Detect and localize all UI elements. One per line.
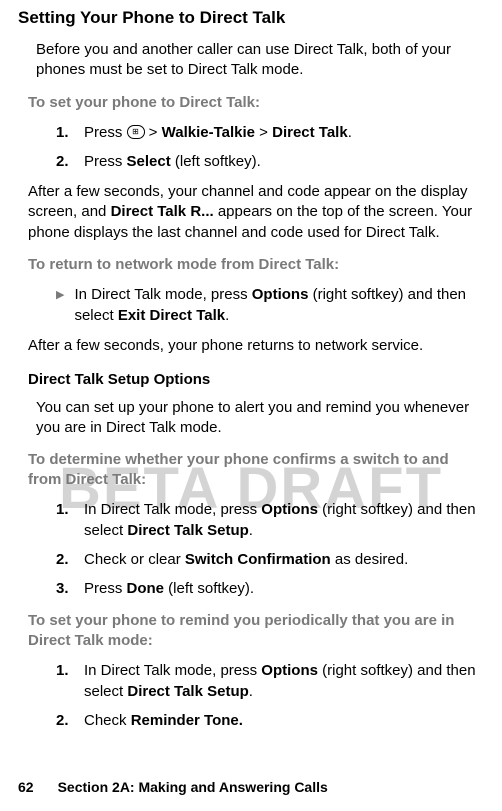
step-number: 1. [56,660,74,702]
text-part: (left softkey). [164,580,254,597]
text-part: Press [84,580,127,597]
procedure-heading-3: To determine whether your phone confirms… [28,450,484,489]
procedure-heading-4: To set your phone to remind you periodic… [28,611,484,650]
bold-text: Switch Confirmation [185,551,331,568]
body-paragraph-1: After a few seconds, your channel and co… [28,182,484,243]
bold-text: Direct Talk Setup [127,683,248,700]
step-4-1: 1. In Direct Talk mode, press Options (r… [56,660,484,702]
step-text: Press Select (left softkey). [84,151,484,172]
text-part: . [348,124,352,141]
step-text: In Direct Talk mode, press Options (righ… [74,284,484,326]
step-text: Check or clear Switch Confirmation as de… [84,549,484,570]
intro-paragraph: Before you and another caller can use Di… [36,40,484,81]
procedure-heading-1: To set your phone to Direct Talk: [28,93,484,113]
section-label: Section 2A: Making and Answering Calls [58,779,328,795]
step-text: Press Done (left softkey). [84,578,484,599]
step-text: In Direct Talk mode, press Options (righ… [84,499,484,541]
step-number: 2. [56,549,74,570]
bold-text: Done [127,580,165,597]
step-number: 1. [56,122,74,143]
page-content: Setting Your Phone to Direct Talk Before… [18,8,484,731]
step-3-1: 1. In Direct Talk mode, press Options (r… [56,499,484,541]
text-part: In Direct Talk mode, press [74,286,251,303]
step-3-3: 3. Press Done (left softkey). [56,578,484,599]
text-part: (left softkey). [171,153,261,170]
text-part: > [255,124,272,141]
page-footer: 62 Section 2A: Making and Answering Calls [18,779,328,795]
bullet-step: ▶ In Direct Talk mode, press Options (ri… [56,284,484,326]
bold-text: Direct Talk [272,124,348,141]
step-text: Check Reminder Tone. [84,710,484,731]
bold-text: Options [261,501,318,518]
sub-intro-paragraph: You can set up your phone to alert you a… [36,398,484,439]
bold-text: Direct Talk R... [111,203,214,220]
text-part: . [225,307,229,324]
bold-text: Exit Direct Talk [118,307,225,324]
text-part: as desired. [331,551,409,568]
step-4-2: 2. Check Reminder Tone. [56,710,484,731]
main-heading: Setting Your Phone to Direct Talk [18,8,484,28]
text-part: > [145,124,162,141]
step-text: Press ⊞ > Walkie-Talkie > Direct Talk. [84,122,484,143]
text-part: . [249,522,253,539]
body-paragraph-2: After a few seconds, your phone returns … [28,336,484,356]
text-part: In Direct Talk mode, press [84,501,261,518]
text-part: Press [84,124,127,141]
text-part: In Direct Talk mode, press [84,662,261,679]
page-number: 62 [18,779,34,795]
menu-key-icon: ⊞ [127,125,145,139]
bullet-icon: ▶ [56,288,64,326]
text-part: Press [84,153,127,170]
step-number: 2. [56,151,74,172]
bold-text: Select [127,153,171,170]
bold-text: Direct Talk Setup [127,522,248,539]
text-part: Check or clear [84,551,185,568]
procedure-heading-2: To return to network mode from Direct Ta… [28,255,484,275]
text-part: . [249,683,253,700]
step-3-2: 2. Check or clear Switch Confirmation as… [56,549,484,570]
bold-text: Options [252,286,309,303]
text-part: Check [84,712,131,729]
step-1-2: 2. Press Select (left softkey). [56,151,484,172]
bold-text: Reminder Tone. [131,712,243,729]
sub-heading: Direct Talk Setup Options [28,371,484,388]
step-number: 1. [56,499,74,541]
step-1-1: 1. Press ⊞ > Walkie-Talkie > Direct Talk… [56,122,484,143]
step-number: 2. [56,710,74,731]
bold-text: Options [261,662,318,679]
step-text: In Direct Talk mode, press Options (righ… [84,660,484,702]
step-number: 3. [56,578,74,599]
bold-text: Walkie-Talkie [162,124,255,141]
